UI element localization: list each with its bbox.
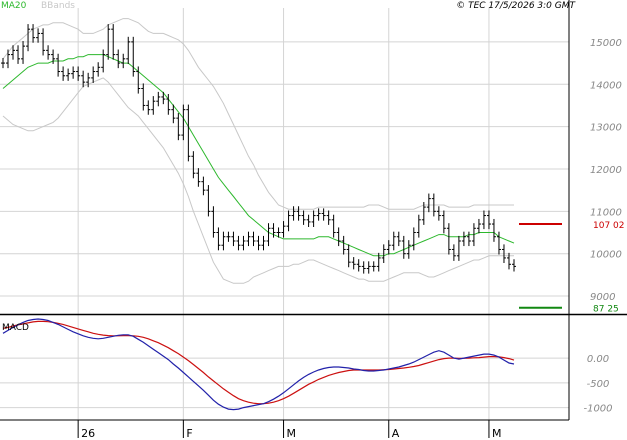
macd-line bbox=[2, 318, 515, 411]
chart-header: MA20 BBands © TEC 17/5/2026 3:0 GMT bbox=[1, 1, 577, 11]
macd-tick-label: -500 bbox=[587, 379, 610, 390]
time-tick-label: F bbox=[186, 427, 192, 440]
time-tick-label: A bbox=[392, 427, 400, 440]
time-tick-label: M bbox=[492, 427, 502, 440]
price-tick-label: 10000 bbox=[590, 250, 622, 261]
macd-tick-label: 0.00 bbox=[587, 354, 609, 365]
bbands-lower-line bbox=[2, 77, 514, 284]
macd-panel-title: MACD bbox=[2, 323, 29, 333]
macd-tick-label: -1000 bbox=[583, 404, 612, 415]
legend-bbands: BBands bbox=[41, 1, 75, 11]
time-tick-label: 26 bbox=[81, 427, 95, 440]
price-tick-label: 15000 bbox=[590, 38, 622, 49]
price-tick-label: 12000 bbox=[590, 165, 622, 176]
resistance-level-label: 107 02 bbox=[593, 221, 625, 231]
time-tick-label: M bbox=[287, 427, 297, 440]
macd-panel bbox=[2, 318, 515, 411]
stock-chart: 107 02 87 25 15000 14000 13000 12000 11000 100… bbox=[0, 0, 627, 440]
ma20-line bbox=[2, 54, 515, 257]
support-level-label: 87 25 bbox=[593, 305, 619, 315]
bbands-upper-line bbox=[2, 18, 514, 210]
price-tick-label: 14000 bbox=[590, 80, 622, 91]
macd-signal-line bbox=[2, 320, 515, 405]
moving-average-line bbox=[2, 54, 515, 257]
price-tick-label: 11000 bbox=[590, 207, 622, 218]
price-tick-label: 9000 bbox=[590, 292, 615, 303]
legend-ma20: MA20 bbox=[1, 1, 27, 11]
chart-timestamp: © TEC 17/5/2026 3:0 GMT bbox=[456, 1, 576, 11]
price-tick-label: 13000 bbox=[590, 123, 622, 134]
